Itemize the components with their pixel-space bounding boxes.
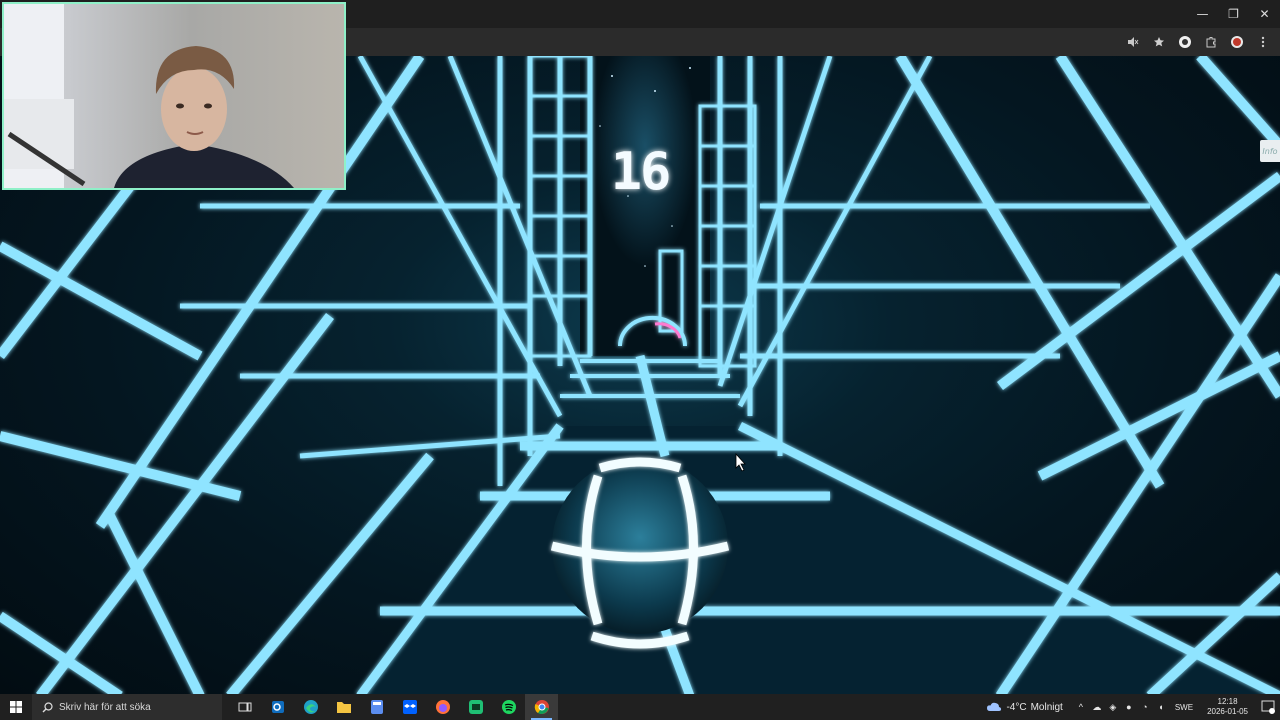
weather-text: Molnigt bbox=[1030, 701, 1063, 713]
space-background bbox=[580, 56, 710, 356]
language-indicator[interactable]: SWE bbox=[1175, 703, 1193, 712]
notification-center-icon[interactable] bbox=[1256, 694, 1280, 720]
clock[interactable]: 12:18 2026-01-05 bbox=[1207, 697, 1248, 717]
taskbar: Skriv här för att söka -4°C Molnigt ^ ☁ … bbox=[0, 694, 1280, 720]
network-icon[interactable]: ◔ bbox=[1137, 694, 1153, 720]
start-button[interactable] bbox=[0, 694, 32, 720]
weather-temp: -4°C bbox=[1006, 701, 1027, 713]
close-button[interactable]: ✕ bbox=[1249, 0, 1280, 28]
system-tray: -4°C Molnigt ^ ☁ ◈ ● ◔ ◖ SWE 12:18 2026-… bbox=[986, 694, 1280, 720]
screen: — ❐ ✕ 16 Info Skriv här för att söka -4°… bbox=[0, 0, 1280, 720]
score-counter: 16 bbox=[610, 142, 672, 202]
outlook-icon[interactable] bbox=[261, 694, 294, 720]
browser-toolbar-icons bbox=[1122, 28, 1274, 56]
volume-icon[interactable]: ◖ bbox=[1153, 694, 1169, 720]
bookmark-star-icon[interactable] bbox=[1148, 31, 1170, 53]
profile-avatar-icon[interactable] bbox=[1226, 31, 1248, 53]
search-placeholder: Skriv här för att söka bbox=[59, 701, 151, 713]
show-hidden-icons-chevron-icon[interactable]: ^ bbox=[1073, 694, 1089, 720]
mute-tab-icon[interactable] bbox=[1122, 31, 1144, 53]
window-controls: — ❐ ✕ bbox=[1187, 0, 1280, 28]
webcam-overlay bbox=[2, 2, 346, 190]
dropbox-icon[interactable] bbox=[393, 694, 426, 720]
puzzle-extensions-icon[interactable] bbox=[1200, 31, 1222, 53]
spotify-icon[interactable] bbox=[492, 694, 525, 720]
minimize-button[interactable]: — bbox=[1187, 0, 1218, 28]
security-icon[interactable]: ◈ bbox=[1105, 694, 1121, 720]
firefox-icon[interactable] bbox=[426, 694, 459, 720]
info-tab[interactable]: Info bbox=[1260, 140, 1280, 162]
search-icon bbox=[42, 701, 53, 712]
cloud-icon bbox=[987, 702, 1002, 711]
terminal-icon[interactable] bbox=[459, 694, 492, 720]
microphone-icon[interactable]: ● bbox=[1121, 694, 1137, 720]
task-view-icon[interactable] bbox=[228, 694, 261, 720]
file-explorer-icon[interactable] bbox=[327, 694, 360, 720]
restore-button[interactable]: ❐ bbox=[1218, 0, 1249, 28]
clock-time: 12:18 bbox=[1217, 697, 1238, 706]
weather-widget[interactable]: -4°C Molnigt bbox=[986, 701, 1063, 713]
chrome-icon[interactable] bbox=[525, 694, 558, 720]
onedrive-icon[interactable]: ☁ bbox=[1089, 694, 1105, 720]
extension-icon[interactable] bbox=[1174, 31, 1196, 53]
browser-menu-icon[interactable] bbox=[1252, 31, 1274, 53]
taskbar-search[interactable]: Skriv här för att söka bbox=[32, 694, 222, 720]
clock-date: 2026-01-05 bbox=[1207, 707, 1248, 716]
webcam-person bbox=[4, 4, 294, 188]
calculator-icon[interactable] bbox=[360, 694, 393, 720]
windows-logo-icon bbox=[10, 701, 22, 713]
edge-icon[interactable] bbox=[294, 694, 327, 720]
taskbar-apps bbox=[228, 694, 558, 720]
